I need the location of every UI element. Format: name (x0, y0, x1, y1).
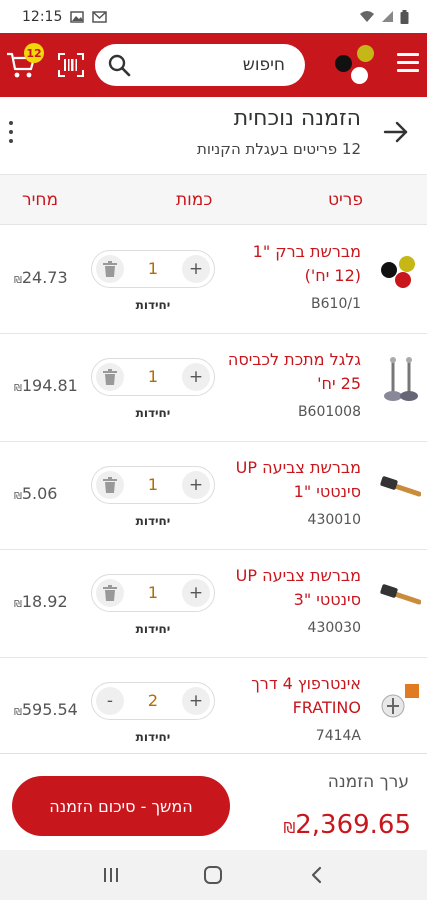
currency-symbol: ₪ (14, 491, 22, 502)
item-price: ₪24.73 (14, 268, 68, 287)
item-price: ₪18.92 (14, 592, 68, 611)
price-value: 595.54 (21, 700, 78, 719)
currency-symbol: ₪ (14, 275, 22, 286)
cart-item[interactable]: גלגל מתכת לכביסה 25 יח' B601008 1 + יחיד… (0, 334, 427, 442)
increase-quantity-button[interactable]: + (182, 471, 210, 499)
barcode-scan-icon[interactable] (58, 53, 84, 77)
increase-quantity-button[interactable]: + (182, 687, 210, 715)
brush-logo-icon (379, 248, 421, 296)
cart-item-list: מברשת ברק "1 (12 יח') B610/1 1 + יחידות … (0, 226, 427, 766)
search-placeholder: חיפוש (242, 55, 285, 75)
app-bar: חיפוש 12 (0, 33, 427, 97)
more-options-icon[interactable] (6, 121, 16, 149)
price-value: 18.92 (21, 592, 68, 611)
quantity-stepper: 1 + (91, 250, 215, 288)
item-price: ₪595.54 (14, 700, 78, 719)
cart-count-badge[interactable]: 12 (24, 43, 44, 63)
recent-apps-button[interactable] (96, 860, 126, 890)
item-name[interactable]: מברשת ברק "1 (12 יח') (221, 240, 361, 288)
cart-item[interactable]: מברשת צביעה UP סינטטי "1 430010 1 + יחיד… (0, 442, 427, 550)
metal-wheel-icon (379, 356, 421, 404)
cart-item[interactable]: מברשת ברק "1 (12 יח') B610/1 1 + יחידות … (0, 226, 427, 334)
increase-quantity-button[interactable]: + (182, 579, 210, 607)
status-time: 12:15 (22, 8, 63, 25)
item-sku: 430010 (307, 512, 361, 528)
price-value: 194.81 (21, 376, 78, 395)
unit-label: יחידות (135, 730, 171, 744)
currency-symbol: ₪ (14, 599, 22, 610)
cart-item[interactable]: מברשת צביעה UP סינטטי "3 430030 1 + יחיד… (0, 550, 427, 658)
order-total: ₪2,369.65 (283, 810, 411, 840)
unit-label: יחידות (135, 298, 171, 312)
faucet-icon (379, 680, 421, 728)
price-value: 5.06 (21, 484, 58, 503)
paint-brush-icon (379, 572, 422, 620)
quantity-stepper: 1 + (91, 466, 215, 504)
quantity-stepper: 1 + (91, 358, 215, 396)
order-total-value: 2,369.65 (295, 810, 411, 840)
back-button[interactable] (301, 860, 331, 890)
paint-brush-icon (379, 464, 422, 512)
unit-label: יחידות (135, 622, 171, 636)
item-price: ₪194.81 (14, 376, 78, 395)
price-value: 24.73 (21, 268, 68, 287)
system-nav-bar (0, 850, 427, 900)
recent-apps-icon (104, 868, 119, 882)
column-header-price: מחיר (22, 190, 59, 210)
checkout-button[interactable]: המשך - סיכום הזמנה (12, 776, 230, 836)
home-button[interactable] (198, 860, 228, 890)
mail-notification-icon (92, 10, 108, 23)
order-value-label: ערך הזמנה (327, 772, 409, 792)
increase-quantity-button[interactable]: + (182, 255, 210, 283)
status-bar: 12:15 (0, 0, 427, 33)
item-name[interactable]: מברשת צביעה UP סינטטי "1 (221, 456, 361, 504)
item-sku: B610/1 (311, 296, 361, 312)
search-input[interactable]: חיפוש (95, 44, 305, 86)
cart-item[interactable]: אינטרפוץ 4 דרך FRATINO 7414A - 2 + יחידו… (0, 658, 427, 766)
currency-symbol: ₪ (14, 707, 22, 718)
image-notification-icon (70, 10, 85, 23)
quantity-stepper: - 2 + (91, 682, 215, 720)
item-sku: 7414A (315, 728, 361, 744)
order-footer: המשך - סיכום הזמנה ערך הזמנה ₪2,369.65 (0, 753, 427, 850)
cart-item-count: 12 פריטים בעגלת הקניות (197, 140, 361, 158)
item-name[interactable]: מברשת צביעה UP סינטטי "3 (221, 564, 361, 612)
chevron-left-icon (311, 866, 321, 884)
item-sku: B601008 (297, 404, 361, 420)
unit-label: יחידות (135, 514, 171, 528)
item-sku: 430030 (307, 620, 361, 636)
item-name[interactable]: אינטרפוץ 4 דרך FRATINO (221, 672, 361, 720)
signal-icon (382, 11, 393, 22)
search-icon[interactable] (107, 53, 131, 77)
currency-symbol: ₪ (283, 819, 296, 837)
increase-quantity-button[interactable]: + (182, 363, 210, 391)
home-icon (204, 866, 223, 884)
battery-icon (400, 9, 409, 24)
order-header: הזמנה נוכחית 12 פריטים בעגלת הקניות (0, 97, 427, 175)
item-price: ₪5.06 (14, 484, 57, 503)
column-header-item: פריט (327, 190, 363, 210)
column-header-quantity: כמות (176, 190, 213, 210)
wifi-icon (360, 11, 374, 22)
unit-label: יחידות (135, 406, 171, 420)
currency-symbol: ₪ (14, 383, 22, 394)
quantity-stepper: 1 + (91, 574, 215, 612)
page-title: הזמנה נוכחית (233, 106, 361, 131)
menu-icon[interactable] (397, 53, 419, 75)
arrow-right-icon[interactable] (383, 119, 409, 145)
item-name[interactable]: גלגל מתכת לכביסה 25 יח' (221, 348, 361, 396)
brand-logo[interactable] (335, 41, 377, 87)
table-header: פריט כמות מחיר (0, 175, 427, 225)
